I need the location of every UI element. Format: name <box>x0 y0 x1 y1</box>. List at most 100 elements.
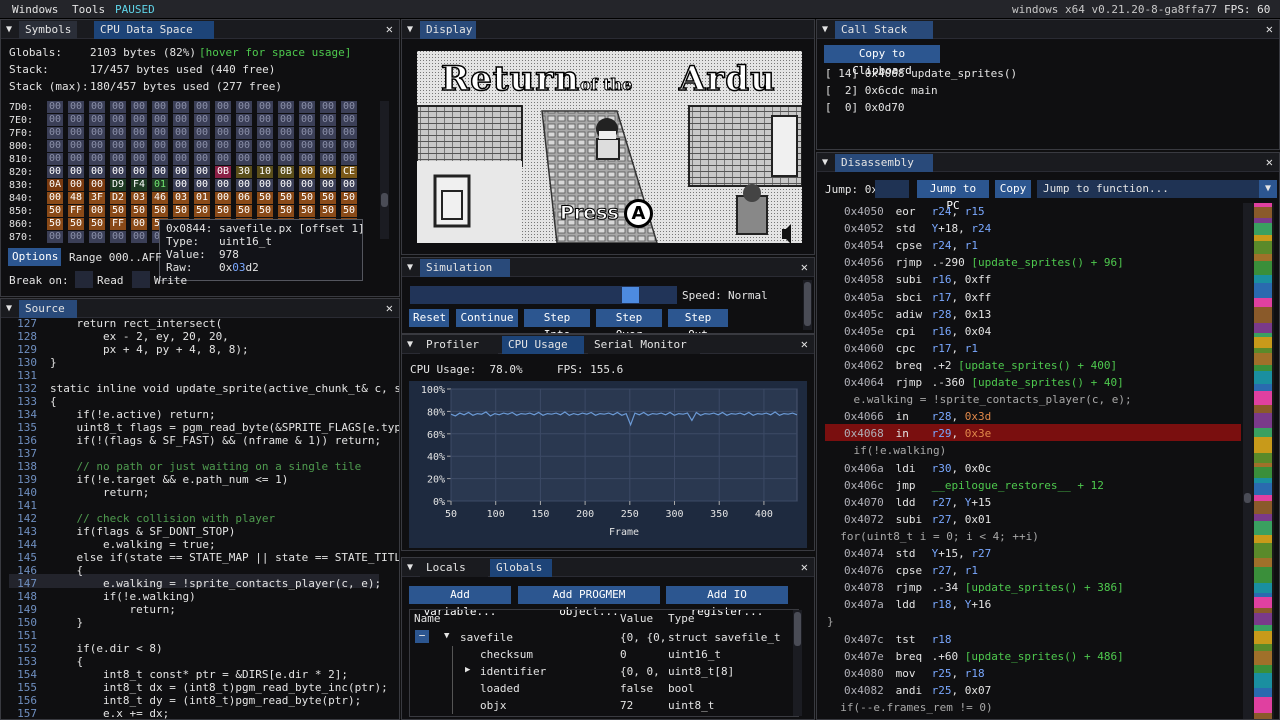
simulation-scrollbar[interactable] <box>803 280 812 330</box>
tab-simulation[interactable]: Simulation <box>420 259 510 277</box>
disassembly-line[interactable]: 0x4074 std Y+15, r27 <box>844 547 991 560</box>
speed-slider-handle[interactable] <box>622 287 639 303</box>
hex-byte-cell[interactable]: 50 <box>341 192 357 204</box>
hex-byte-cell[interactable]: 00 <box>320 166 336 178</box>
disassembly-line[interactable]: 0x4062 breq .+2 [update_sprites() + 400] <box>844 359 1117 372</box>
tab-globals[interactable]: Globals <box>490 559 552 577</box>
hex-byte-cell[interactable]: 00 <box>173 153 189 165</box>
hex-byte-cell[interactable]: 00 <box>110 127 126 139</box>
hex-byte-cell[interactable]: 30 <box>236 166 252 178</box>
hex-byte-cell[interactable]: 00 <box>341 179 357 191</box>
hex-byte-cell[interactable]: 00 <box>89 205 105 217</box>
hex-byte-cell[interactable]: 00 <box>68 140 84 152</box>
variable-name[interactable]: identifier <box>480 665 546 678</box>
code-line[interactable]: int8_t dx = (int8_t)pgm_read_byte_inc(pt… <box>50 681 388 694</box>
hex-byte-cell[interactable]: FF <box>110 218 126 230</box>
hex-byte-cell[interactable]: 00 <box>131 153 147 165</box>
code-minimap[interactable] <box>1252 203 1274 719</box>
code-line[interactable]: { <box>50 564 83 577</box>
step-into-button[interactable]: Step Into <box>524 309 590 333</box>
hex-byte-cell[interactable]: 00 <box>89 114 105 126</box>
hex-byte-cell[interactable]: 50 <box>131 205 147 217</box>
hex-byte-cell[interactable]: 00 <box>236 101 252 113</box>
hex-byte-cell[interactable]: 00 <box>152 127 168 139</box>
hex-byte-cell[interactable]: 00 <box>236 153 252 165</box>
hex-byte-cell[interactable]: 00 <box>236 127 252 139</box>
hex-byte-cell[interactable]: 00 <box>341 140 357 152</box>
disassembly-line[interactable]: 0x406c jmp __epilogue_restores__ + 12 <box>844 479 1104 492</box>
hex-byte-cell[interactable]: 00 <box>299 127 315 139</box>
code-line[interactable]: e.x += dx; <box>50 707 169 719</box>
collapse-icon[interactable]: ▼ <box>6 300 12 317</box>
code-line[interactable]: int8_t const* ptr = &DIRS[e.dir * 2]; <box>50 668 348 681</box>
hex-byte-cell[interactable]: 50 <box>320 205 336 217</box>
hex-byte-cell[interactable]: 00 <box>215 192 231 204</box>
hex-byte-cell[interactable]: 00 <box>278 140 294 152</box>
disassembly-line[interactable]: 0x4076 cpse r27, r1 <box>844 564 978 577</box>
hex-byte-cell[interactable]: 00 <box>152 101 168 113</box>
hex-byte-cell[interactable]: 00 <box>110 114 126 126</box>
hex-byte-cell[interactable]: 00 <box>341 101 357 113</box>
hex-byte-cell[interactable]: 00 <box>299 140 315 152</box>
code-line[interactable]: if(e.dir < 8) <box>50 642 162 655</box>
tree-expanded-icon[interactable]: ▼ <box>444 630 449 643</box>
close-icon[interactable]: ✕ <box>1266 20 1273 39</box>
disassembly-scrollbar[interactable] <box>1243 203 1252 719</box>
disassembly-line[interactable]: 0x4052 std Y+18, r24 <box>844 222 991 235</box>
disassembly-line[interactable]: 0x405e cpi r16, 0x04 <box>844 325 991 338</box>
code-line[interactable]: { <box>50 395 57 408</box>
disassembly-line[interactable]: 0x4056 rjmp .-290 [update_sprites() + 96] <box>844 256 1124 269</box>
hex-byte-cell[interactable]: 50 <box>215 205 231 217</box>
hex-byte-cell[interactable]: 00 <box>89 101 105 113</box>
disassembly-line[interactable]: 0x4078 rjmp .-34 [update_sprites() + 386] <box>844 581 1124 594</box>
disassembly-line[interactable]: 0x4066 in r28, 0x3d <box>844 410 991 423</box>
hex-byte-cell[interactable]: 00 <box>131 166 147 178</box>
speed-slider[interactable] <box>410 286 677 304</box>
hex-byte-cell[interactable]: 00 <box>236 179 252 191</box>
hex-byte-cell[interactable]: 00 <box>89 127 105 139</box>
disassembly-line[interactable]: 0x405a sbci r17, 0xff <box>844 291 991 304</box>
hex-byte-cell[interactable]: 00 <box>341 127 357 139</box>
code-line[interactable]: return; <box>50 486 149 499</box>
write-checkbox[interactable] <box>132 271 150 288</box>
hex-byte-cell[interactable]: 50 <box>47 205 63 217</box>
hex-byte-cell[interactable]: 50 <box>299 205 315 217</box>
hex-byte-cell[interactable]: 00 <box>278 153 294 165</box>
collapse-icon[interactable]: ▼ <box>407 559 413 576</box>
close-icon[interactable]: ✕ <box>386 20 393 39</box>
hex-byte-cell[interactable]: 00 <box>173 127 189 139</box>
call-stack-frame[interactable]: [ 0] 0x0d70 <box>825 101 911 114</box>
disassembly-line[interactable]: 0x407c tst r18 <box>844 633 952 646</box>
hex-byte-cell[interactable]: 00 <box>89 153 105 165</box>
tab-cpu-data-space[interactable]: CPU Data Space <box>94 21 214 39</box>
hex-byte-cell[interactable]: 00 <box>299 153 315 165</box>
collapse-icon[interactable]: ▼ <box>407 21 413 38</box>
hex-byte-cell[interactable]: 46 <box>152 192 168 204</box>
add-progmem-button[interactable]: Add PROGMEM object... <box>518 586 660 618</box>
hex-byte-cell[interactable]: 00 <box>299 114 315 126</box>
collapse-icon[interactable]: ▼ <box>6 21 12 38</box>
call-stack-frame[interactable]: [ 2] 0x6cdc main <box>825 84 938 97</box>
hex-byte-cell[interactable]: CE <box>341 166 357 178</box>
hex-byte-cell[interactable]: 00 <box>194 153 210 165</box>
disassembly-line[interactable]: if(--e.frames_rem != 0) <box>827 701 992 714</box>
reset-button[interactable]: Reset <box>409 309 449 327</box>
hex-byte-cell[interactable]: 03 <box>131 192 147 204</box>
options-button[interactable]: Options <box>8 248 61 266</box>
hex-byte-cell[interactable]: 00 <box>131 114 147 126</box>
disassembly-line[interactable]: 0x4058 subi r16, 0xff <box>844 273 991 286</box>
jump-to-pc-button[interactable]: Jump to PC <box>917 180 989 212</box>
hex-byte-cell[interactable]: 00 <box>194 127 210 139</box>
hex-byte-cell[interactable]: 50 <box>89 218 105 230</box>
code-line[interactable]: if(flags & SF_DONT_STOP) <box>50 525 235 538</box>
hex-byte-cell[interactable]: 00 <box>236 114 252 126</box>
hex-byte-cell[interactable]: 3F <box>89 192 105 204</box>
hex-byte-cell[interactable]: 50 <box>47 218 63 230</box>
hex-byte-cell[interactable]: 00 <box>68 114 84 126</box>
disassembly-line[interactable]: 0x4068 in r29, 0x3e <box>844 427 991 440</box>
code-line[interactable]: static inline void update_sprite(active_… <box>50 382 399 395</box>
disassembly-line[interactable]: 0x4064 rjmp .-360 [update_sprites() + 40] <box>844 376 1124 389</box>
code-line[interactable]: ex - 2, ey, 20, 20, <box>50 330 229 343</box>
code-line[interactable]: px + 4, py + 4, 8, 8); <box>50 343 249 356</box>
hex-byte-cell[interactable]: 50 <box>173 205 189 217</box>
